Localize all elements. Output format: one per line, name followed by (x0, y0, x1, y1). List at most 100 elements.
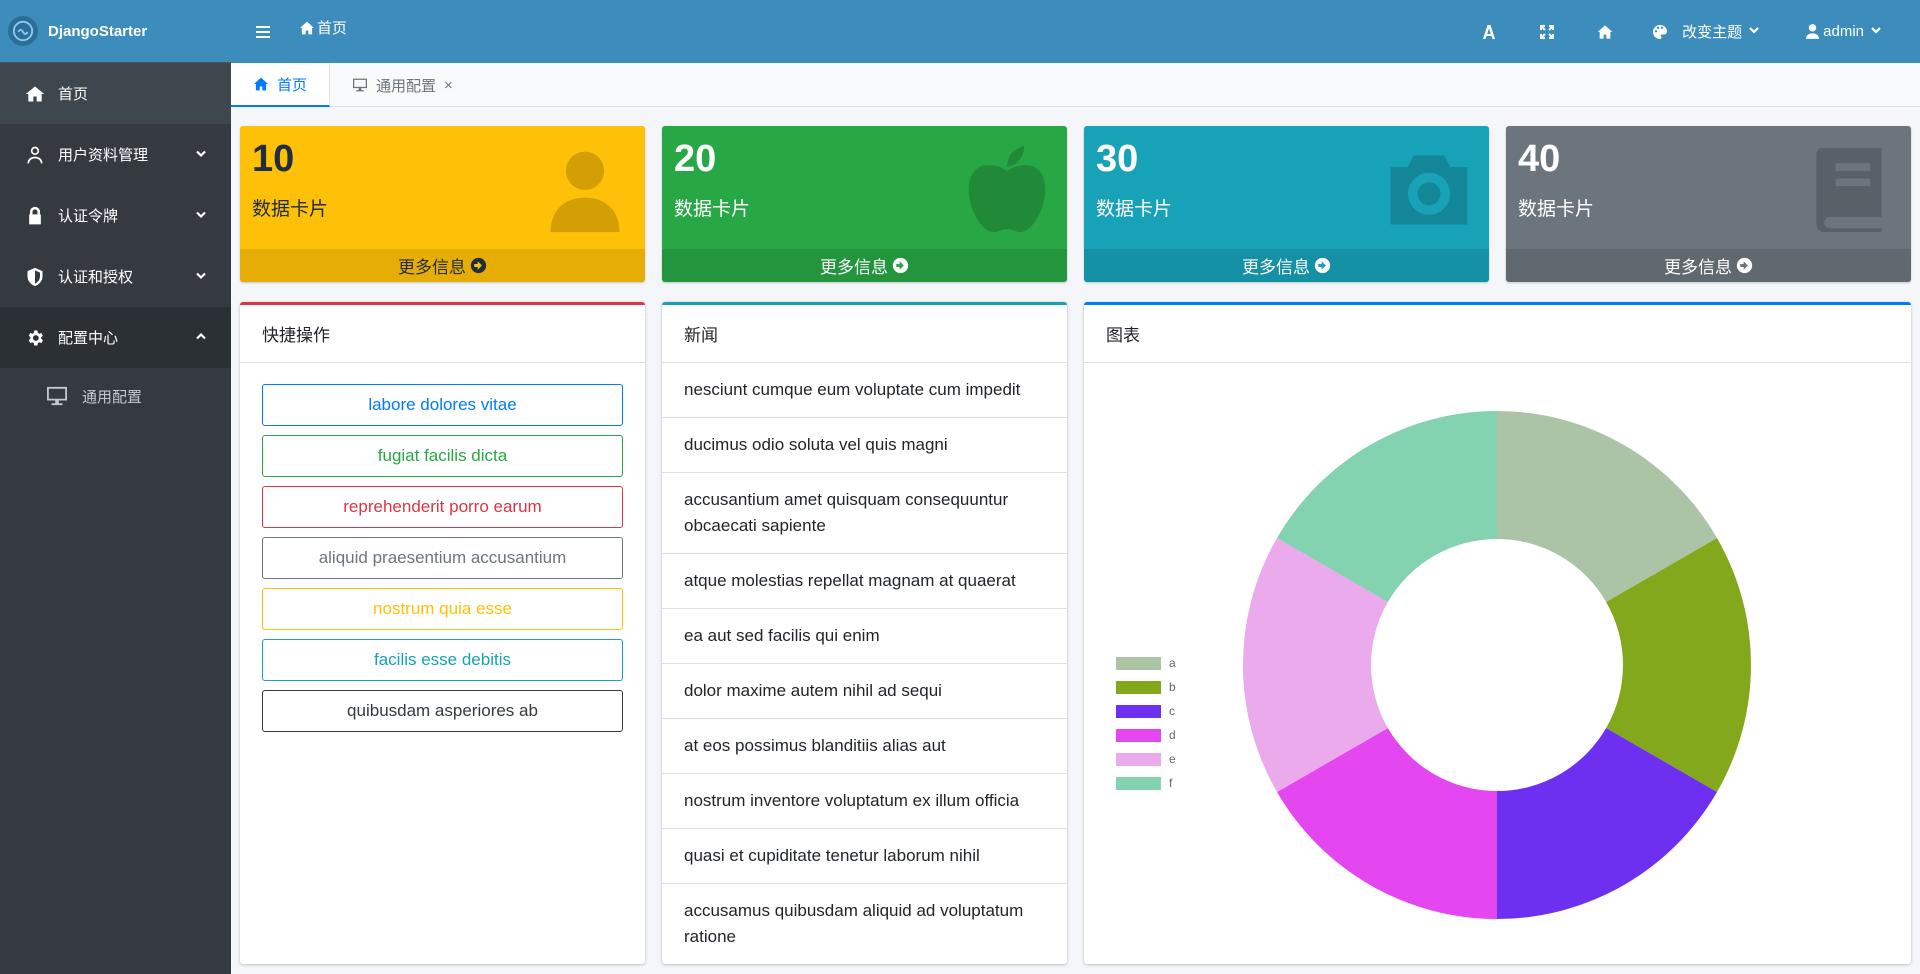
home-icon (300, 21, 314, 34)
news-item[interactable]: quasi et cupiditate tenetur laborum nihi… (662, 829, 1067, 884)
news-item[interactable]: nostrum inventore voluptatum ex illum of… (662, 774, 1067, 829)
theme-dropdown-label: 改变主题 (1682, 24, 1743, 41)
quick-action-button[interactable]: facilis esse debitis (262, 639, 623, 681)
legend-swatch (1116, 728, 1161, 742)
home-icon (254, 77, 268, 91)
news-item[interactable]: dolor maxime autem nihil ad sequi (662, 664, 1067, 719)
card-value: 30 (1096, 138, 1139, 180)
quick-action-button[interactable]: aliquid praesentium accusantium (262, 537, 623, 579)
sidebar-item-auth-token[interactable]: 认证令牌 (0, 185, 231, 246)
legend-label: d (1169, 728, 1176, 742)
legend-item[interactable]: f (1116, 771, 1176, 795)
user-dropdown-label: admin (1823, 23, 1864, 40)
panel-title: 图表 (1084, 305, 1911, 363)
quick-action-button[interactable]: quibusdam asperiores ab (262, 690, 623, 732)
sidebar-item-config-center[interactable]: 配置中心 (0, 307, 231, 368)
home-icon (24, 83, 46, 105)
card-value: 20 (674, 138, 717, 180)
book-icon (1805, 144, 1897, 236)
user-icon (24, 144, 46, 166)
arrow-circle-right-icon (470, 257, 487, 274)
news-item[interactable]: ea aut sed facilis qui enim (662, 609, 1067, 664)
user-dropdown[interactable]: admin (1806, 23, 1882, 40)
news-item[interactable]: at eos possimus blanditiis alias aut (662, 719, 1067, 774)
more-info-link[interactable]: 更多信息 (1084, 249, 1489, 282)
chevron-up-icon (195, 329, 207, 346)
news-item[interactable]: accusamus quibusdam aliquid ad voluptatu… (662, 884, 1067, 964)
tab-general-config[interactable]: 通用配置 × (330, 63, 475, 107)
more-info-label: 更多信息 (1664, 258, 1732, 277)
tab-bar: 首页 通用配置 × (231, 63, 1920, 107)
news-item[interactable]: nesciunt cumque eum voluptate cum impedi… (662, 363, 1067, 418)
menu-toggle-icon[interactable] (255, 22, 275, 42)
legend-swatch (1116, 752, 1161, 766)
chevron-down-icon (195, 146, 207, 163)
quick-action-button[interactable]: reprehenderit porro earum (262, 486, 623, 528)
theme-dropdown[interactable]: 改变主题 (1652, 21, 1760, 42)
legend-swatch (1116, 656, 1161, 670)
info-card: 20 数据卡片 更多信息 (662, 126, 1067, 282)
more-info-label: 更多信息 (398, 258, 466, 277)
more-info-link[interactable]: 更多信息 (1506, 249, 1911, 282)
chart-panel: 图表 abcdef (1084, 302, 1911, 964)
more-info-label: 更多信息 (1242, 258, 1310, 277)
news-item[interactable]: atque molestias repellat magnam at quaer… (662, 554, 1067, 609)
card-value: 10 (252, 138, 295, 180)
brand[interactable]: DjangoStarter (0, 0, 231, 63)
camera-icon (1383, 144, 1475, 236)
quick-action-button[interactable]: nostrum quia esse (262, 588, 623, 630)
quick-actions-list: labore dolores vitae fugiat facilis dicta… (240, 363, 645, 762)
info-card: 10 数据卡片 更多信息 (240, 126, 645, 282)
legend-swatch (1116, 704, 1161, 718)
sidebar-item-auth-permission[interactable]: 认证和授权 (0, 246, 231, 307)
tab-label: 通用配置 (376, 77, 437, 95)
user-icon (539, 144, 631, 236)
card-label: 数据卡片 (1518, 199, 1595, 220)
sidebar-subitem-label: 通用配置 (82, 388, 143, 406)
card-label: 数据卡片 (674, 199, 751, 220)
palette-icon (1653, 24, 1668, 39)
fullscreen-icon[interactable] (1518, 24, 1576, 40)
lock-icon (24, 205, 46, 227)
legend-item[interactable]: d (1116, 723, 1176, 747)
home-icon[interactable] (1576, 24, 1634, 40)
news-item[interactable]: accusantium amet quisquam consequuntur o… (662, 473, 1067, 554)
more-info-link[interactable]: 更多信息 (662, 249, 1067, 282)
legend-item[interactable]: b (1116, 675, 1176, 699)
sidebar: DjangoStarter 首页 用户资料管理 认证令牌 认证和授权 配置中心 (0, 0, 231, 974)
legend-label: a (1169, 656, 1176, 670)
legend-item[interactable]: a (1116, 651, 1176, 675)
card-label: 数据卡片 (1096, 199, 1173, 220)
user-icon (1806, 24, 1820, 39)
panel-title: 新闻 (662, 305, 1067, 363)
font-size-icon[interactable] (1460, 24, 1518, 40)
news-item[interactable]: ducimus odio soluta vel quis magni (662, 418, 1067, 473)
chevron-down-icon (195, 207, 207, 224)
sidebar-item-label: 认证令牌 (58, 208, 119, 225)
tab-close-button[interactable]: × (444, 77, 453, 94)
info-cards: 10 数据卡片 更多信息 20 数据卡片 更多信息 30 数据卡片 更多信息 4… (240, 126, 1911, 282)
news-panel: 新闻 nesciunt cumque eum voluptate cum imp… (662, 302, 1067, 964)
panel-title: 快捷操作 (240, 305, 645, 363)
legend-swatch (1116, 680, 1161, 694)
legend-item[interactable]: e (1116, 747, 1176, 771)
chevron-down-icon (195, 268, 207, 285)
info-card: 40 数据卡片 更多信息 (1506, 126, 1911, 282)
sidebar-item-home[interactable]: 首页 (0, 63, 231, 124)
topbar-right: 改变主题 admin (1460, 0, 1920, 63)
sidebar-subitem-general-config[interactable]: 通用配置 (0, 368, 231, 424)
monitor-icon (46, 385, 70, 407)
tab-home[interactable]: 首页 (231, 63, 331, 107)
arrow-circle-right-icon (1736, 257, 1753, 274)
card-label: 数据卡片 (252, 199, 329, 220)
chevron-down-icon (1864, 23, 1882, 40)
shield-icon (24, 266, 46, 288)
quick-action-button[interactable]: labore dolores vitae (262, 384, 623, 426)
more-info-link[interactable]: 更多信息 (240, 249, 645, 282)
sidebar-item-user-profile[interactable]: 用户资料管理 (0, 124, 231, 185)
info-card: 30 数据卡片 更多信息 (1084, 126, 1489, 282)
chevron-down-icon (1742, 23, 1760, 40)
topbar-home-link[interactable]: 首页 (299, 17, 347, 38)
quick-action-button[interactable]: fugiat facilis dicta (262, 435, 623, 477)
legend-item[interactable]: c (1116, 699, 1176, 723)
